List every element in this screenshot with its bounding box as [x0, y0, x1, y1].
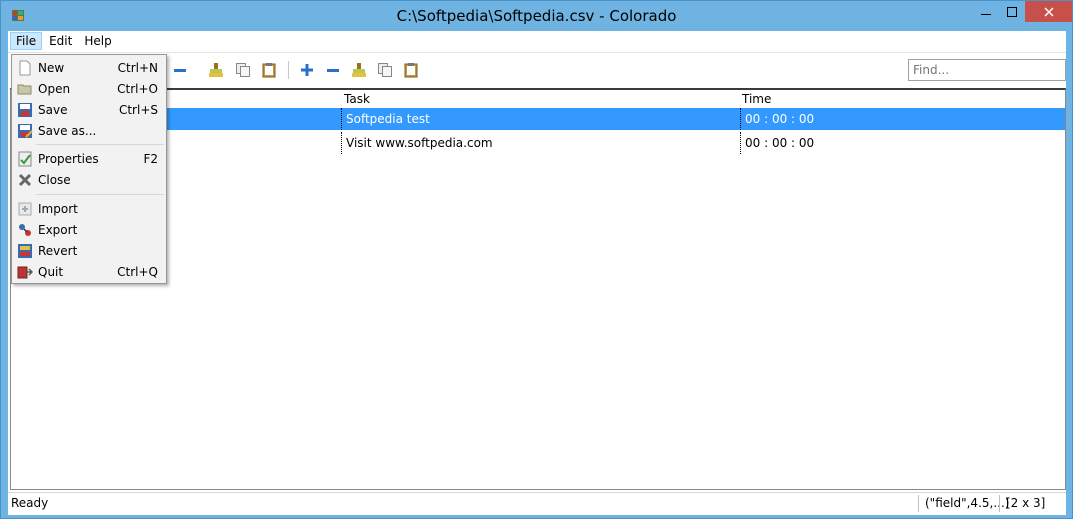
revert-icon: [18, 244, 32, 258]
window-controls: [973, 1, 1072, 22]
table-cell-time[interactable]: 00 : 00 : 00: [740, 132, 1065, 154]
menu-item-close[interactable]: Close: [12, 170, 166, 190]
menu-item-label: Close: [38, 173, 71, 187]
menu-item-shortcut: Ctrl+S: [118, 103, 158, 117]
clipboard-icon: [404, 63, 418, 78]
status-size: [2 x 3]: [999, 495, 1052, 512]
close-icon: [1043, 6, 1054, 17]
maximize-icon: [1007, 6, 1017, 17]
broom-icon: [209, 63, 223, 77]
table-row[interactable]: Visit www.softpedia.com 00 : 00 : 00: [11, 132, 1065, 154]
data-table[interactable]: Task Time Softpedia test 00 : 00 : 00 Vi…: [10, 88, 1066, 490]
menu-item-export[interactable]: Export: [12, 220, 166, 240]
export-icon: [19, 224, 31, 236]
app-window: C:\Softpedia\Softpedia.csv - Colorado Fi…: [0, 0, 1073, 519]
minus-icon: [174, 69, 186, 72]
minimize-icon: [981, 13, 991, 15]
menu-item-label: New: [38, 61, 65, 75]
minus-icon: [327, 69, 339, 72]
menu-separator: [36, 144, 164, 145]
table-cell-time[interactable]: 00 : 00 : 00: [740, 108, 1065, 130]
remove-row-button[interactable]: [171, 61, 189, 79]
add-column-button[interactable]: [298, 61, 316, 79]
broom-icon: [352, 63, 366, 77]
menu-file[interactable]: File: [10, 32, 43, 50]
table-cell-task[interactable]: Visit www.softpedia.com: [341, 132, 736, 154]
menu-item-shortcut: Ctrl+Q: [117, 265, 158, 279]
menu-item-label: Export: [38, 223, 78, 237]
menu-item-label: Save as...: [38, 124, 97, 138]
column-header-time[interactable]: Time: [742, 90, 771, 108]
menu-item-open[interactable]: Open Ctrl+O: [12, 79, 166, 99]
import-icon: [18, 202, 32, 216]
save-icon: [18, 103, 32, 117]
menu-item-new[interactable]: New Ctrl+N: [12, 58, 166, 78]
menu-item-shortcut: Ctrl+N: [117, 61, 158, 75]
close-window-button[interactable]: [1025, 1, 1072, 22]
menu-edit[interactable]: Edit: [44, 32, 77, 50]
status-format: ("field",4.5,...): [918, 495, 1009, 512]
title-bar[interactable]: C:\Softpedia\Softpedia.csv - Colorado: [1, 1, 1072, 31]
menu-item-label: Properties: [38, 152, 99, 166]
status-bar: Ready ("field",4.5,...) [2 x 3]: [8, 492, 1066, 515]
menu-bar: File Edit Help: [8, 31, 1066, 51]
copy-row-button[interactable]: [234, 61, 252, 79]
status-text: Ready: [11, 496, 49, 510]
menu-item-properties[interactable]: Properties F2: [12, 149, 166, 169]
menu-item-revert[interactable]: Revert: [12, 241, 166, 261]
menu-item-label: Open: [38, 82, 71, 96]
remove-column-button[interactable]: [324, 61, 342, 79]
menu-item-label: Revert: [38, 244, 78, 258]
menu-item-save-as[interactable]: Save as...: [12, 121, 166, 141]
copy-column-button[interactable]: [376, 61, 394, 79]
menu-item-label: Quit: [38, 265, 64, 279]
toolbar-separator: [288, 61, 289, 79]
column-header-task[interactable]: Task: [344, 90, 370, 108]
file-menu-dropdown: New Ctrl+N Open Ctrl+O Save Ctrl+S Save …: [11, 54, 167, 284]
maximize-button[interactable]: [999, 1, 1025, 22]
plus-icon: [301, 64, 313, 76]
menu-item-shortcut: F2: [143, 152, 158, 166]
table-row[interactable]: Softpedia test 00 : 00 : 00: [11, 108, 1065, 130]
menu-item-save[interactable]: Save Ctrl+S: [12, 100, 166, 120]
clipboard-icon: [262, 63, 276, 78]
clear-row-button[interactable]: [207, 61, 225, 79]
menu-item-shortcut: Ctrl+O: [117, 82, 158, 96]
menu-separator: [36, 194, 164, 195]
properties-icon: [18, 151, 32, 167]
folder-icon: [17, 84, 32, 95]
find-input[interactable]: [908, 59, 1066, 81]
quit-icon: [17, 266, 33, 279]
paste-column-button[interactable]: [402, 61, 420, 79]
clear-column-button[interactable]: [350, 61, 368, 79]
table-cell-task[interactable]: Softpedia test: [341, 108, 736, 130]
copy-icon: [236, 63, 250, 77]
menu-item-label: Save: [38, 103, 68, 117]
save-as-icon: [18, 124, 33, 138]
menu-item-label: Import: [38, 202, 78, 216]
menu-item-import[interactable]: Import: [12, 199, 166, 219]
window-title: C:\Softpedia\Softpedia.csv - Colorado: [396, 7, 677, 25]
menu-help[interactable]: Help: [79, 32, 116, 50]
copy-icon: [378, 63, 392, 77]
menu-item-quit[interactable]: Quit Ctrl+Q: [12, 262, 166, 282]
minimize-button[interactable]: [973, 1, 999, 22]
paste-row-button[interactable]: [260, 61, 278, 79]
new-file-icon: [19, 60, 31, 76]
close-x-icon: [18, 173, 32, 187]
